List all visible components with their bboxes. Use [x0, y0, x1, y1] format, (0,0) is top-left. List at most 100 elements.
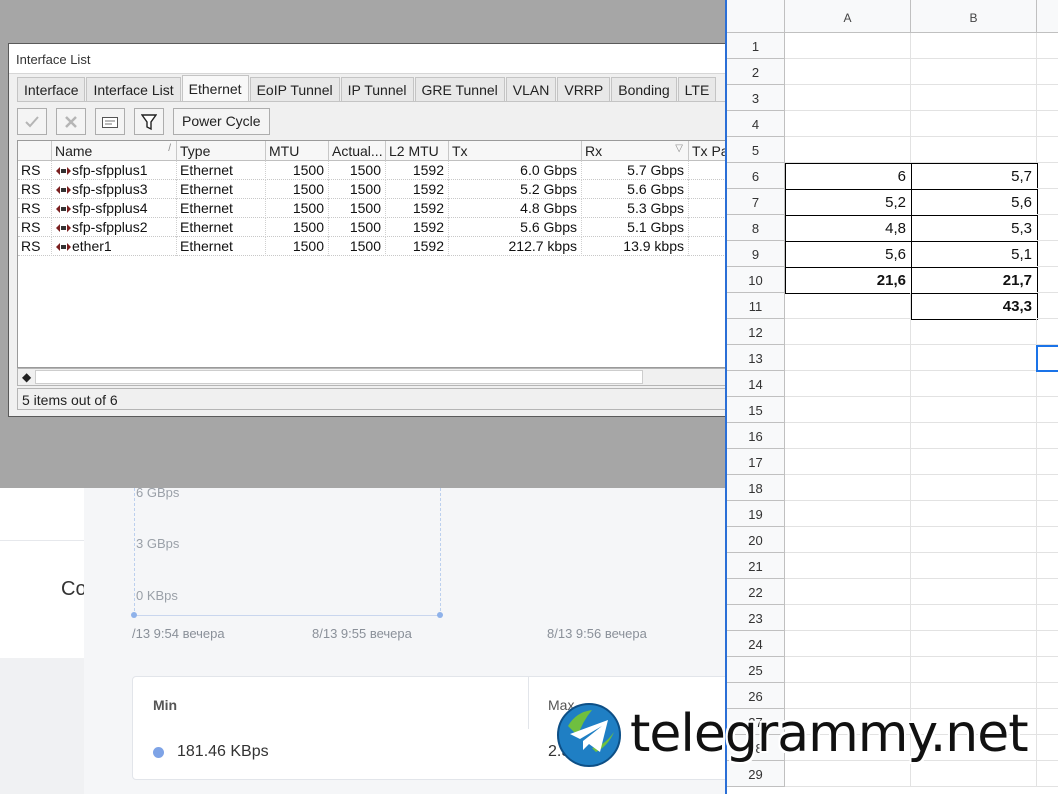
cell-a24[interactable]	[785, 631, 911, 657]
cell-b25[interactable]	[911, 657, 1037, 683]
row-header[interactable]: 13	[727, 345, 785, 371]
row-header[interactable]: 15	[727, 397, 785, 423]
table-row[interactable]: RS sfp-sfpplus3 Ethernet 1500 1500 1592 5.2 Gb…	[18, 180, 730, 199]
cell-c16[interactable]	[1037, 423, 1058, 449]
row-header[interactable]: 20	[727, 527, 785, 553]
row-header[interactable]: 8	[727, 215, 785, 241]
cell-c6[interactable]	[1037, 163, 1058, 189]
cell-a23[interactable]	[785, 605, 911, 631]
cell-c24[interactable]	[1037, 631, 1058, 657]
cell-b8[interactable]: 5,3	[911, 215, 1038, 242]
cell-b17[interactable]	[911, 449, 1037, 475]
cell-a4[interactable]	[785, 111, 911, 137]
column-header-actual-mtu[interactable]: Actual...	[329, 141, 386, 161]
row-header[interactable]: 7	[727, 189, 785, 215]
cell-a7[interactable]: 5,2	[785, 189, 912, 216]
comment-button[interactable]	[95, 108, 125, 135]
cell-a2[interactable]	[785, 59, 911, 85]
cell-b3[interactable]	[911, 85, 1037, 111]
row-header[interactable]: 19	[727, 501, 785, 527]
column-header-tx[interactable]: Tx	[449, 141, 582, 161]
cell-b12[interactable]	[911, 319, 1037, 345]
table-row[interactable]: RS sfp-sfpplus2 Ethernet 1500 1500 1592 5.6 Gb…	[18, 218, 730, 237]
cell-c19[interactable]	[1037, 501, 1058, 527]
column-header-rx[interactable]: Rx ▽	[582, 141, 689, 161]
enable-button[interactable]	[17, 108, 47, 135]
cell-c23[interactable]	[1037, 605, 1058, 631]
cell-b19[interactable]	[911, 501, 1037, 527]
column-header-mtu[interactable]: MTU	[266, 141, 329, 161]
row-header[interactable]: 3	[727, 85, 785, 111]
cell-b9[interactable]: 5,1	[911, 241, 1038, 268]
row-header[interactable]: 9	[727, 241, 785, 267]
row-header[interactable]: 5	[727, 137, 785, 163]
selected-cell[interactable]	[1036, 345, 1058, 372]
cell-c4[interactable]	[1037, 111, 1058, 137]
cell-b6[interactable]: 5,7	[911, 163, 1038, 190]
row-header[interactable]: 25	[727, 657, 785, 683]
row-header[interactable]: 18	[727, 475, 785, 501]
cell-b11[interactable]: 43,3	[911, 293, 1038, 320]
cell-a17[interactable]	[785, 449, 911, 475]
table-row[interactable]: RS ether1 Ethernet 1500 1500 1592 212.7 kbps 13…	[18, 237, 730, 256]
window-title[interactable]: Interface List	[9, 44, 729, 74]
cell-c22[interactable]	[1037, 579, 1058, 605]
disable-button[interactable]	[56, 108, 86, 135]
scroll-thumb[interactable]	[35, 370, 643, 384]
tab-interface-list[interactable]: Interface List	[86, 77, 181, 101]
cell-a18[interactable]	[785, 475, 911, 501]
cell-b13[interactable]	[911, 345, 1037, 371]
row-header[interactable]: 23	[727, 605, 785, 631]
cell-a22[interactable]	[785, 579, 911, 605]
cell-a20[interactable]	[785, 527, 911, 553]
cell-c18[interactable]	[1037, 475, 1058, 501]
cell-b20[interactable]	[911, 527, 1037, 553]
cell-c15[interactable]	[1037, 397, 1058, 423]
cell-a15[interactable]	[785, 397, 911, 423]
column-header-type[interactable]: Type	[177, 141, 266, 161]
cell-c9[interactable]	[1037, 241, 1058, 267]
cell-c7[interactable]	[1037, 189, 1058, 215]
cell-c14[interactable]	[1037, 371, 1058, 397]
cell-c1[interactable]	[1037, 33, 1058, 59]
cell-a1[interactable]	[785, 33, 911, 59]
cell-c20[interactable]	[1037, 527, 1058, 553]
column-header-name[interactable]: Name /	[52, 141, 177, 161]
tab-vlan[interactable]: VLAN	[505, 77, 557, 101]
cell-a10[interactable]: 21,6	[785, 267, 912, 294]
filter-button[interactable]	[134, 108, 164, 135]
row-header[interactable]: 24	[727, 631, 785, 657]
table-row[interactable]: RS sfp-sfpplus4 Ethernet 1500 1500 1592 4.8 Gb…	[18, 199, 730, 218]
row-header[interactable]: 10	[727, 267, 785, 293]
horizontal-scrollbar[interactable]: ◆	[17, 368, 731, 386]
cell-b5[interactable]	[911, 137, 1037, 163]
cell-b15[interactable]	[911, 397, 1037, 423]
cell-b22[interactable]	[911, 579, 1037, 605]
cell-a16[interactable]	[785, 423, 911, 449]
cell-b2[interactable]	[911, 59, 1037, 85]
tab-vrrp[interactable]: VRRP	[557, 77, 611, 101]
power-cycle-button[interactable]: Power Cycle	[173, 108, 270, 135]
cell-a14[interactable]	[785, 371, 911, 397]
cell-a5[interactable]	[785, 137, 911, 163]
cell-a25[interactable]	[785, 657, 911, 683]
cell-b1[interactable]	[911, 33, 1037, 59]
cell-c8[interactable]	[1037, 215, 1058, 241]
column-header[interactable]: B	[911, 0, 1037, 33]
row-header[interactable]: 21	[727, 553, 785, 579]
cell-b24[interactable]	[911, 631, 1037, 657]
row-header[interactable]: 12	[727, 319, 785, 345]
row-header[interactable]: 14	[727, 371, 785, 397]
row-header[interactable]: 16	[727, 423, 785, 449]
column-header-l2-mtu[interactable]: L2 MTU	[386, 141, 449, 161]
tab-lte[interactable]: LTE	[677, 77, 717, 101]
table-row[interactable]: RS sfp-sfpplus1 Ethernet 1500 1500 1592 6.0 Gb…	[18, 161, 730, 180]
scroll-left-icon[interactable]: ◆	[22, 370, 31, 384]
cell-c25[interactable]	[1037, 657, 1058, 683]
cell-c3[interactable]	[1037, 85, 1058, 111]
tab-eoip-tunnel[interactable]: EoIP Tunnel	[249, 77, 340, 101]
cell-a9[interactable]: 5,6	[785, 241, 912, 268]
cell-a11[interactable]	[785, 293, 911, 319]
row-header[interactable]: 17	[727, 449, 785, 475]
cell-c21[interactable]	[1037, 553, 1058, 579]
